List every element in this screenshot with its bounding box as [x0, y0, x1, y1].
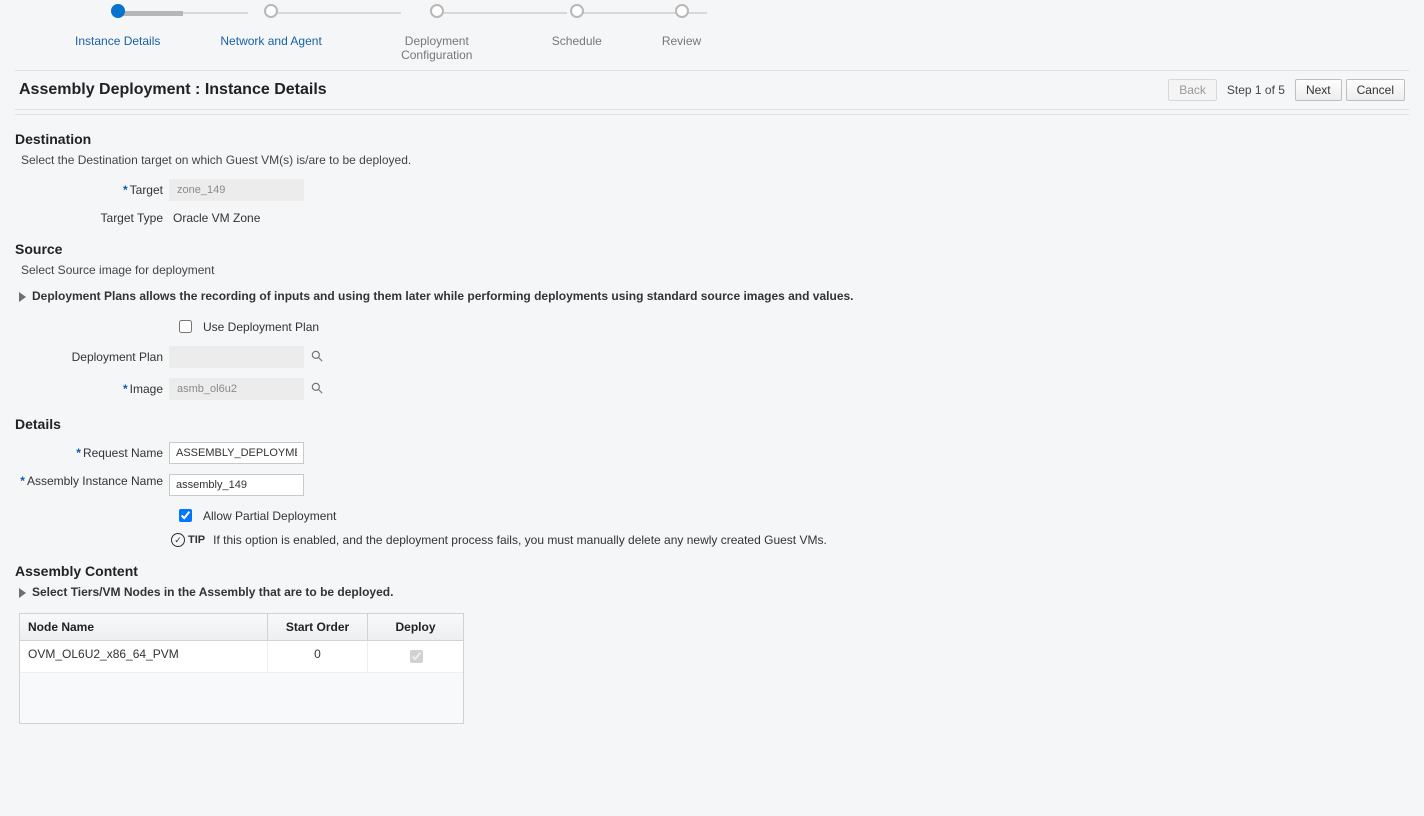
cell-start-order: 0 — [268, 641, 368, 673]
tip-text: If this option is enabled, and the deplo… — [213, 533, 827, 547]
step-circle-icon — [570, 4, 584, 18]
search-icon[interactable] — [310, 381, 324, 398]
step-indicator: Step 1 of 5 — [1227, 83, 1285, 97]
divider — [15, 114, 1409, 115]
request-name-label: Request Name — [83, 446, 163, 460]
image-field: asmb_ol6u2 — [169, 378, 304, 400]
assembly-instance-input[interactable] — [169, 474, 304, 496]
col-start-order: Start Order — [268, 614, 368, 641]
section-desc-destination: Select the Destination target on which G… — [21, 153, 1409, 167]
cell-deploy — [368, 641, 463, 673]
step-label: Schedule — [552, 34, 602, 48]
wizard-step-network-agent[interactable]: Network and Agent — [220, 4, 321, 48]
step-label: Instance Details — [75, 34, 160, 48]
wizard-step-schedule[interactable]: Schedule — [552, 4, 602, 48]
image-label: Image — [130, 382, 163, 396]
search-icon[interactable] — [310, 349, 324, 366]
section-title-assembly: Assembly Content — [15, 563, 1409, 579]
section-desc-source: Select Source image for deployment — [21, 263, 1409, 277]
step-circle-icon — [111, 4, 125, 18]
section-title-destination: Destination — [15, 131, 1409, 147]
check-circle-icon: ✓ — [171, 533, 185, 547]
use-deployment-plan-checkbox[interactable] — [179, 320, 192, 333]
cancel-button[interactable]: Cancel — [1346, 79, 1405, 101]
deployment-plans-hint-text: Deployment Plans allows the recording of… — [32, 289, 854, 303]
wizard-step-instance-details[interactable]: Instance Details — [75, 4, 160, 48]
image-row: *Image asmb_ol6u2 — [19, 378, 1409, 400]
step-circle-icon — [430, 4, 444, 18]
deployment-plan-row: Deployment Plan — [19, 346, 1409, 368]
section-title-source: Source — [15, 241, 1409, 257]
wizard-step-review[interactable]: Review — [662, 4, 701, 48]
deploy-checkbox[interactable] — [410, 650, 423, 663]
col-deploy: Deploy — [368, 614, 463, 641]
request-name-input[interactable] — [169, 442, 304, 464]
table-header: Node Name Start Order Deploy — [20, 614, 463, 641]
back-button[interactable]: Back — [1168, 79, 1217, 101]
table-row: OVM_OL6U2_x86_64_PVM 0 — [20, 641, 463, 673]
tip-label: TIP — [188, 534, 205, 546]
target-row: *Target zone_149 — [19, 179, 1409, 201]
step-circle-icon — [675, 4, 689, 18]
assembly-instance-label: Assembly Instance Name — [27, 474, 163, 488]
step-circle-icon — [264, 4, 278, 18]
allow-partial-row: Allow Partial Deployment — [175, 506, 1409, 525]
target-type-row: Target Type Oracle VM Zone — [19, 211, 1409, 225]
col-node-name: Node Name — [20, 614, 268, 641]
target-type-value: Oracle VM Zone — [169, 211, 260, 225]
target-type-label: Target Type — [101, 211, 163, 225]
step-label: Review — [662, 34, 701, 48]
header-actions: Back Step 1 of 5 Next Cancel — [1168, 79, 1405, 101]
assembly-hint[interactable]: Select Tiers/VM Nodes in the Assembly th… — [19, 585, 1409, 599]
wizard-step-deployment-config[interactable]: Deployment Configuration — [382, 4, 492, 62]
step-label: Deployment Configuration — [382, 34, 492, 62]
page-header: Assembly Deployment : Instance Details B… — [15, 70, 1409, 110]
use-deployment-plan-row: Use Deployment Plan — [175, 317, 1409, 336]
wizard-stepper: Instance Details Network and Agent Deplo… — [15, 0, 1409, 66]
next-button[interactable]: Next — [1295, 79, 1342, 101]
chevron-right-icon — [19, 588, 26, 598]
use-deployment-plan-label: Use Deployment Plan — [203, 320, 319, 334]
deployment-plans-hint[interactable]: Deployment Plans allows the recording of… — [19, 289, 1409, 303]
section-title-details: Details — [15, 416, 1409, 432]
request-name-row: *Request Name — [19, 442, 1409, 464]
assembly-instance-row: *Assembly Instance Name — [19, 474, 1409, 496]
cell-node-name: OVM_OL6U2_x86_64_PVM — [20, 641, 268, 673]
deployment-plan-label: Deployment Plan — [72, 350, 163, 364]
page-title: Assembly Deployment : Instance Details — [19, 81, 327, 99]
step-label: Network and Agent — [220, 34, 321, 48]
target-value: zone_149 — [169, 179, 304, 201]
tip-row: ✓ TIP If this option is enabled, and the… — [171, 533, 1409, 547]
deployment-plan-field — [169, 346, 304, 368]
assembly-hint-text: Select Tiers/VM Nodes in the Assembly th… — [32, 585, 393, 599]
target-label: Target — [130, 183, 163, 197]
assembly-table: Node Name Start Order Deploy OVM_OL6U2_x… — [19, 613, 464, 724]
table-empty-space — [20, 673, 463, 723]
tip-icon: ✓ TIP — [171, 533, 205, 547]
chevron-right-icon — [19, 292, 26, 302]
allow-partial-label: Allow Partial Deployment — [203, 509, 336, 523]
allow-partial-checkbox[interactable] — [179, 509, 192, 522]
